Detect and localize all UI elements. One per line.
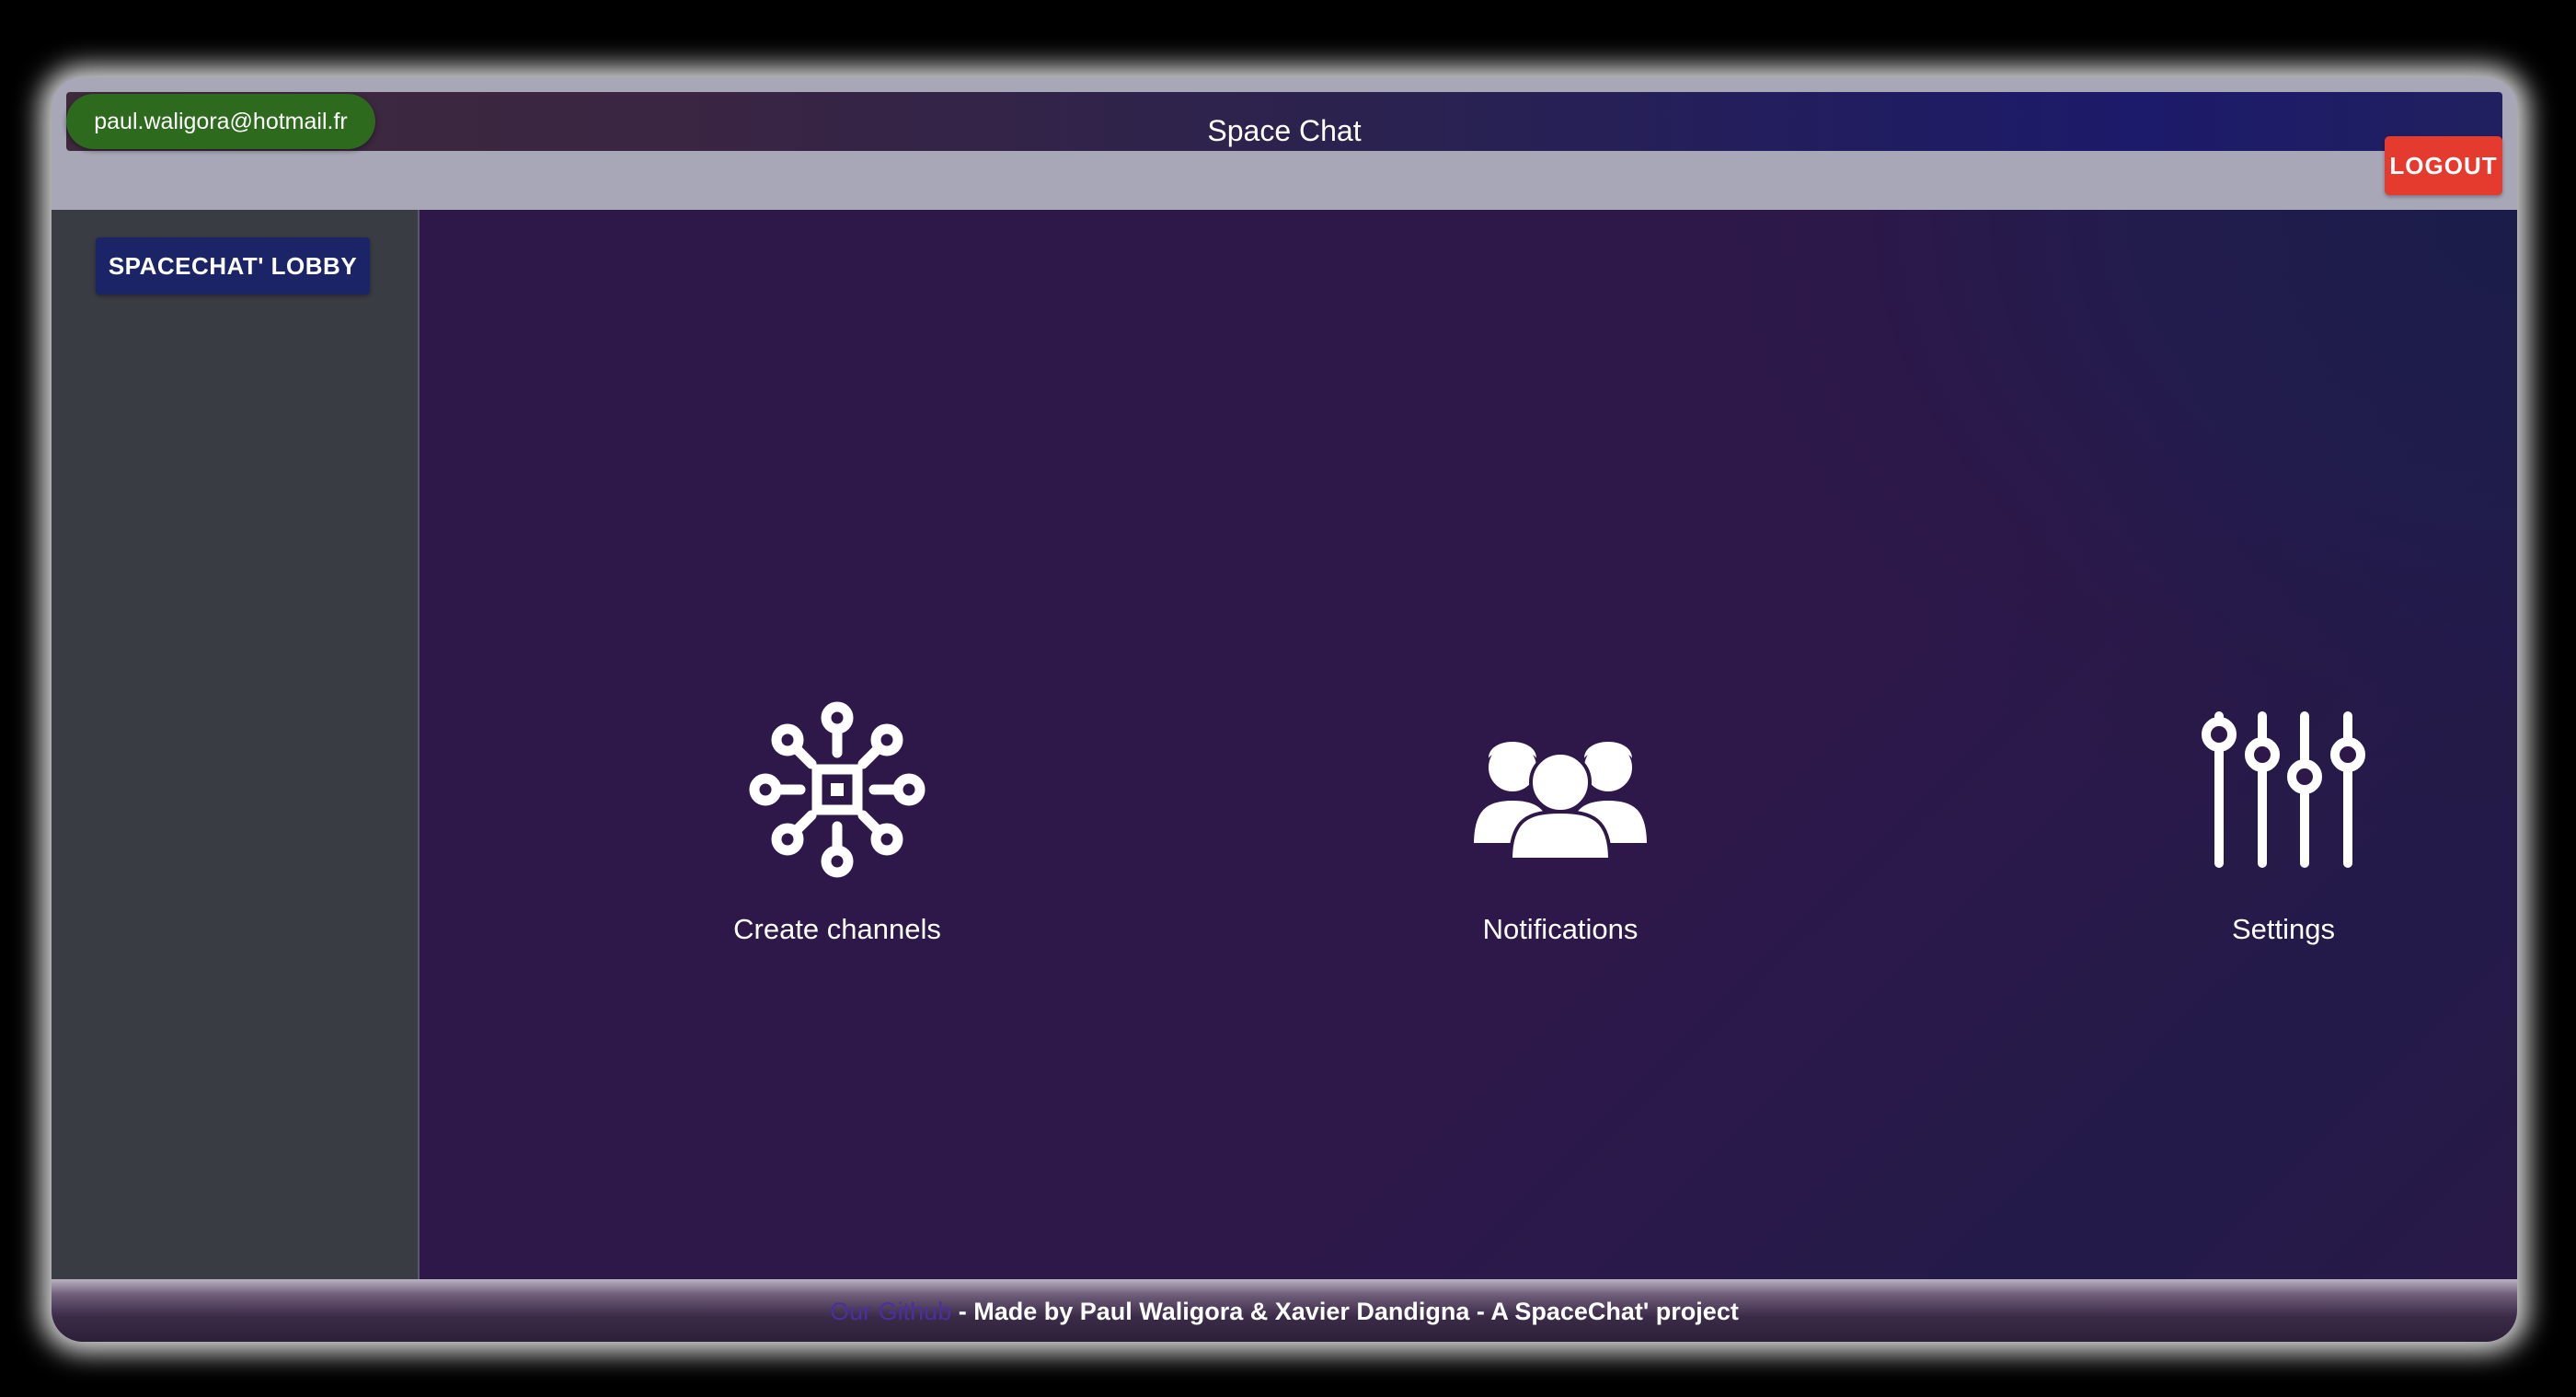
sidebar: SPACECHAT' LOBBY [52, 210, 420, 1279]
sliders-icon [2202, 711, 2365, 868]
settings-tile[interactable]: Settings [2099, 698, 2467, 945]
sidebar-item-lobby[interactable]: SPACECHAT' LOBBY [96, 237, 370, 294]
notifications-label: Notifications [1482, 913, 1639, 945]
app-title: Space Chat [1207, 114, 1362, 147]
settings-label: Settings [2231, 913, 2335, 945]
logout-button[interactable]: LOGOUT [2385, 136, 2502, 195]
footer-credits: - Made by Paul Waligora & Xavier Dandign… [951, 1298, 1739, 1325]
create-channels-tile[interactable]: Create channels [653, 698, 1021, 945]
top-bar: Space Chat [66, 92, 2502, 151]
main-content: Create channels Notifications Settings [420, 210, 2517, 1279]
github-link[interactable]: Our Github [830, 1298, 951, 1325]
app-window: Space Chat paul.waligora@hotmail.fr LOGO… [52, 77, 2517, 1342]
create-channels-label: Create channels [733, 913, 941, 945]
users-group-icon [1469, 740, 1651, 861]
user-email-chip[interactable]: paul.waligora@hotmail.fr [66, 94, 375, 149]
notifications-tile[interactable]: Notifications [1376, 698, 1744, 945]
network-hub-icon [749, 701, 926, 878]
footer: Our Github - Made by Paul Waligora & Xav… [52, 1279, 2517, 1342]
